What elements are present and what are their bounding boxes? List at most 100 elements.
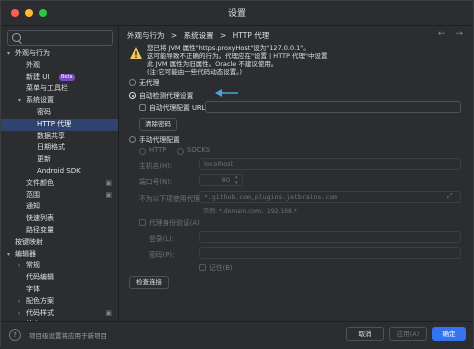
sidebar-item[interactable]: 密码 [1,107,118,119]
auto-detect-proxy-radio[interactable] [129,92,136,99]
help-icon[interactable]: ? [9,329,21,341]
dialog-footer: ? 项目级设置将应用于新项目 取消 应用(A) 确定 [1,321,473,349]
socks-radio[interactable] [177,148,184,155]
breadcrumb-current: HTTP 代理 [232,31,270,40]
warning-line: 您已将 JVM 属性"https.proxyHost"设为"127.0.0.1"… [147,44,310,52]
no-proxy-label[interactable]: 无代理 [139,77,159,87]
search-icon [12,33,21,42]
chevron-right-icon[interactable]: › [18,308,20,320]
ok-button[interactable]: 确定 [432,327,466,341]
breadcrumb-item[interactable]: 系统设置 [184,31,214,40]
remember-label[interactable]: 记住(B) [209,262,233,272]
cancel-button[interactable]: 取消 [346,327,384,341]
http-radio[interactable] [139,148,146,155]
warning-line: 这可能导致不正确的行为。代理应在"设置 | HTTP 代理"中设置 [147,52,328,61]
sidebar-item[interactable]: HTTP 代理 [1,118,118,131]
project-scope-icon: ▣ [105,308,112,317]
sidebar-item-label: Android SDK [37,166,81,175]
hint-arrow-icon [215,89,238,97]
chevron-right-icon[interactable]: › [18,260,20,272]
sidebar-item[interactable]: 菜单与工具栏 [1,83,118,95]
sidebar-item[interactable]: 快速列表 [1,213,118,225]
window-title: 设置 [227,9,246,19]
footer-hint: 项目级设置将应用于新项目 [29,332,107,340]
sidebar-item[interactable]: 数据共享 [1,131,118,143]
sidebar-item-label: 菜单与工具栏 [26,84,68,93]
sidebar-item-label: 文件颜色 [26,178,54,187]
sidebar-item[interactable]: ▾ 编辑器 [1,249,118,261]
expand-field-icon[interactable]: ⤢ [447,192,453,201]
chevron-down-icon[interactable]: ▾ [7,48,10,60]
clear-passwords-button[interactable]: 清除密码 [139,118,177,131]
forward-arrow-icon[interactable]: → [455,29,463,39]
auto-config-url-label[interactable]: 自动代理配置 URL: [149,102,208,112]
remember-checkbox[interactable] [199,264,206,271]
sidebar-item[interactable]: 文件颜色 ▣ [1,178,118,190]
chevron-down-icon[interactable]: ▾ [18,95,21,107]
sidebar-item[interactable]: 外观 [1,60,118,72]
port-label: 端口号(N): [139,178,173,186]
chevron-right-icon[interactable]: › [18,296,20,308]
settings-window: 设置 ▾ 外观与行为 外观 新建 UI Beta 菜单与工具栏 ▾ 系统设置 密码 HTTP 代理… [0,0,474,349]
sidebar-item[interactable]: 路径变量 [1,225,118,237]
sidebar-item-label: 日期格式 [37,143,65,152]
sidebar-item[interactable]: Android SDK [1,166,118,178]
sidebar-item[interactable]: ▾ 系统设置 [1,95,118,107]
sidebar-item[interactable]: 代码编辑 [1,272,118,284]
sidebar-item[interactable]: › 常规 [1,260,118,272]
manual-proxy-label[interactable]: 手动代理配置 [139,134,180,144]
sidebar-item-label: 新建 UI [26,72,50,81]
sidebar-item-label: 外观与行为 [15,49,50,57]
password-label: 密码(P): [149,251,175,259]
beta-badge: Beta [59,73,75,81]
proxy-auth-checkbox[interactable] [139,219,146,226]
chevron-down-icon[interactable]: ▾ [7,249,10,261]
sidebar-item-label: HTTP 代理 [37,119,72,128]
sidebar-item[interactable]: 字体 [1,284,118,296]
no-proxy-for-input[interactable]: *.github.com,plugins.jetbrains.com [199,191,461,203]
settings-search-input[interactable] [7,30,113,46]
auto-config-url-checkbox[interactable] [139,104,146,111]
breadcrumb: 外观与行为 > 系统设置 > HTTP 代理 [127,30,273,41]
sidebar-item-label: 范围 [26,190,40,199]
sidebar-item[interactable]: 新建 UI Beta [1,72,118,84]
warning-line: (注:它可能由一些代码动态设置。) [147,68,243,77]
sidebar-item[interactable]: 按键映射 [1,237,118,249]
check-connection-button[interactable]: 检查连接 [129,276,169,289]
http-label[interactable]: HTTP [149,146,166,154]
settings-tree: ▾ 外观与行为外观 新建 UI Beta 菜单与工具栏 ▾ 系统设置 密码 HTTP 代理数据共… [1,48,118,343]
manual-proxy-radio[interactable] [129,136,136,143]
port-stepper[interactable]: ▴ ▾ [235,174,238,186]
sidebar-item[interactable]: › 代码样式 ▣ [1,308,118,320]
sidebar-item[interactable]: 通知 [1,201,118,213]
sidebar-item-label: 路径变量 [26,225,54,234]
sidebar-item[interactable]: 日期格式 [1,142,118,154]
host-input[interactable]: localhost [199,158,461,170]
auto-detect-proxy-label[interactable]: 自动检测代理设置 [139,90,193,100]
no-proxy-example: 示例: *.domain.com、192.168.* [203,208,297,215]
sidebar-item-label: 编辑器 [15,249,36,258]
project-scope-icon: ▣ [105,178,112,187]
settings-sidebar: ▾ 外观与行为外观 新建 UI Beta 菜单与工具栏 ▾ 系统设置 密码 HTTP 代理数据共… [1,26,119,340]
sidebar-item-label: 字体 [26,284,40,293]
sidebar-item[interactable]: 更新 [1,154,118,166]
breadcrumb-item[interactable]: 外观与行为 [127,31,165,40]
back-arrow-icon[interactable]: ← [438,29,446,39]
proxy-auth-label[interactable]: 代理身份验证(A) [149,217,200,227]
login-input[interactable] [199,231,461,243]
title-bar: 设置 [1,1,473,26]
sidebar-item-label: 代码样式 [26,308,54,317]
sidebar-item[interactable]: 范围 ▣ [1,190,118,202]
project-scope-icon: ▣ [105,190,112,199]
warning-icon [130,47,142,59]
breadcrumb-separator: > [219,31,227,40]
login-label: 登录(L): [149,235,174,243]
auto-config-url-input[interactable] [205,101,461,113]
no-proxy-radio[interactable] [129,79,136,86]
sidebar-item-label: 通知 [26,202,40,211]
password-input[interactable] [199,247,461,259]
apply-button[interactable]: 应用(A) [389,327,427,341]
sidebar-item[interactable]: › 配色方案 [1,296,118,308]
socks-label[interactable]: SOCKS [187,146,210,154]
sidebar-item[interactable]: ▾ 外观与行为 [1,48,118,60]
